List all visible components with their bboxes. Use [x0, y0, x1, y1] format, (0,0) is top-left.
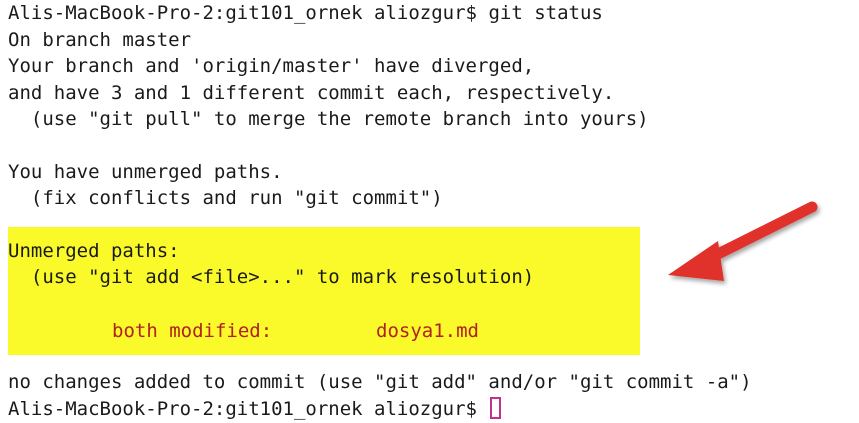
prompt: Alis-MacBook-Pro-2:git101_ornek aliozgur… — [8, 2, 477, 24]
diverged-line-2: and have 3 and 1 different commit each, … — [8, 82, 615, 104]
arrow-icon — [668, 201, 818, 281]
conflict-status: both modified: — [112, 320, 273, 342]
unmerged-hint-line: (fix conflicts and run "git commit") — [8, 187, 443, 209]
command: git status — [488, 2, 603, 24]
branch-line: On branch master — [8, 29, 192, 51]
final-prompt: Alis-MacBook-Pro-2:git101_ornek aliozgur… — [8, 398, 477, 420]
unmerged-message-line: You have unmerged paths. — [8, 161, 283, 183]
unmerged-add-hint-line: (use "git add <file>..." to mark resolut… — [8, 266, 535, 288]
diverged-line-1: Your branch and 'origin/master' have div… — [8, 55, 535, 77]
conflict-file: dosya1.md — [376, 320, 479, 342]
terminal-window[interactable]: Alis-MacBook-Pro-2:git101_ornek aliozgur… — [0, 0, 859, 423]
diverged-hint-line: (use "git pull" to merge the remote bran… — [8, 108, 649, 130]
cursor-icon — [490, 397, 502, 419]
no-changes-line: no changes added to commit (use "git add… — [8, 371, 752, 393]
unmerged-paths-header: Unmerged paths: — [8, 240, 180, 262]
command-line: Alis-MacBook-Pro-2:git101_ornek aliozgur… — [8, 0, 603, 26]
final-prompt-line[interactable]: Alis-MacBook-Pro-2:git101_ornek aliozgur… — [8, 396, 502, 422]
